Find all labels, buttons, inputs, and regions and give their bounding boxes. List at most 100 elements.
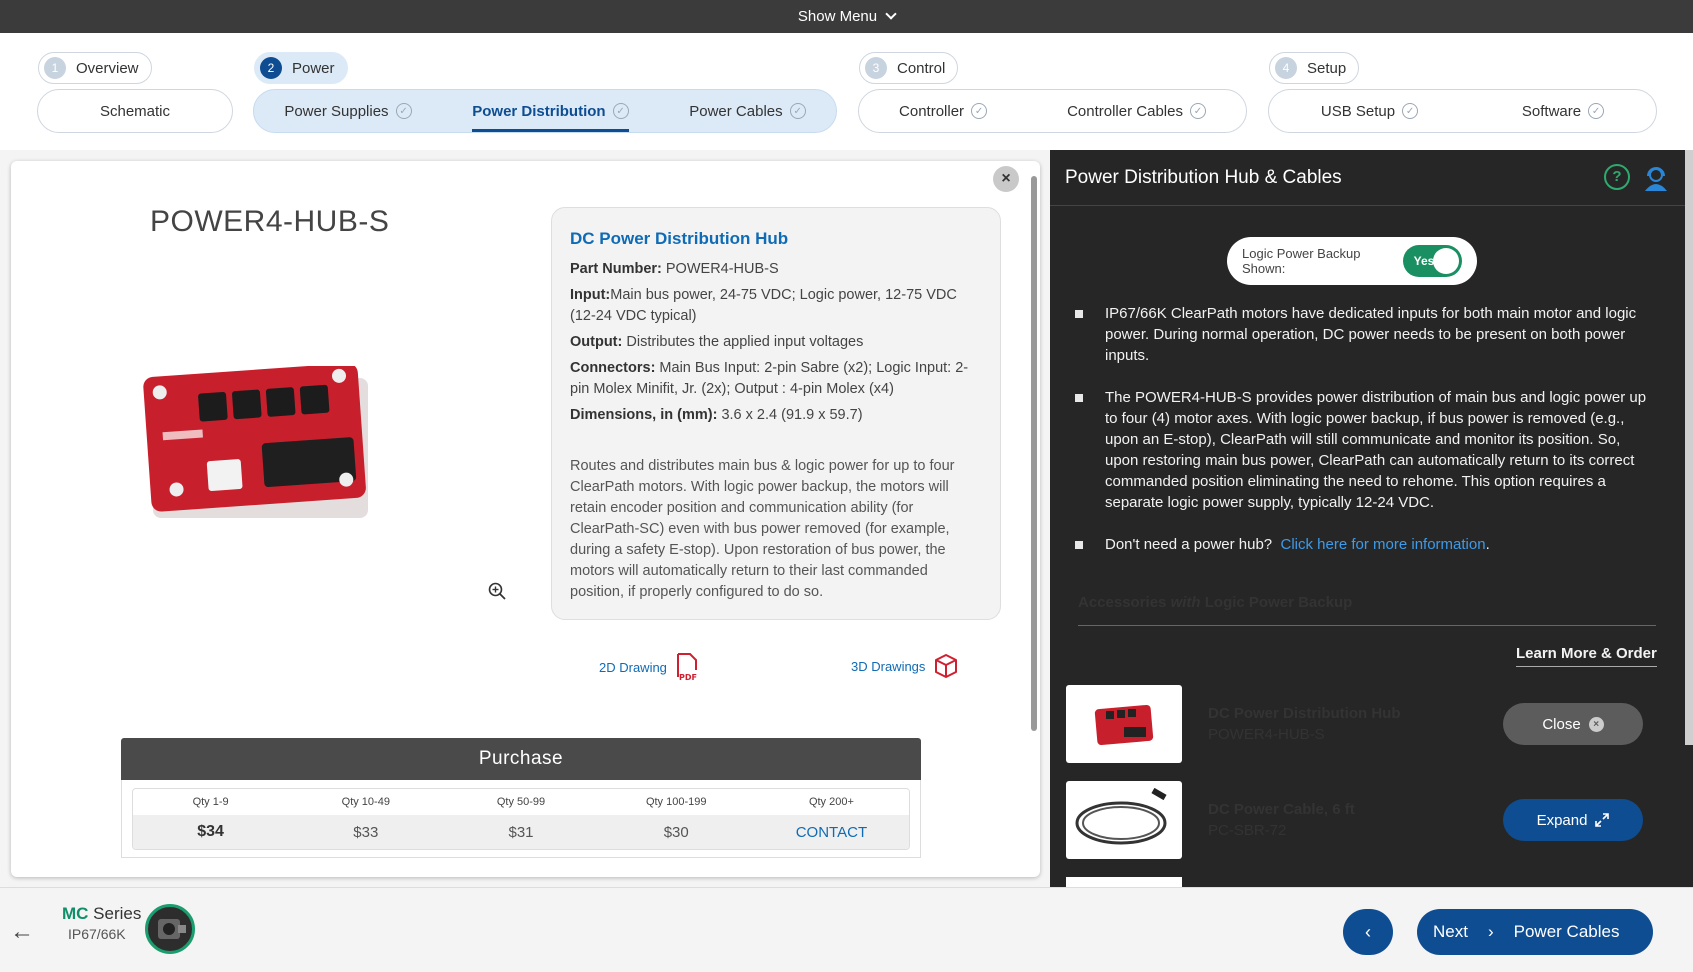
bullet-prefix: Don't need a power hub? [1105, 536, 1273, 553]
expand-icon [1595, 813, 1610, 827]
step-power[interactable]: 2 Power [254, 52, 348, 84]
step-number: 4 [1275, 57, 1297, 79]
chevron-left-icon: ‹ [1365, 921, 1371, 942]
hub-thumbnail-image [1094, 704, 1154, 746]
accessory-thumbnail [1066, 877, 1182, 887]
check-circle-icon: ✓ [1588, 103, 1605, 119]
svg-text:PDF: PDF [679, 673, 697, 681]
step-number: 3 [865, 57, 887, 79]
button-label: Close [1542, 715, 1581, 733]
series-label: MC Series IP67/66K [62, 904, 141, 942]
tab-controller[interactable]: Controller ✓ [899, 90, 988, 132]
zoom-in-icon[interactable] [488, 582, 506, 600]
accessories-heading: Accessories with Logic Power Backup [1078, 594, 1656, 626]
spec-label: Input: [570, 287, 611, 303]
accessory-part: PC-SBR-72 [1208, 822, 1287, 839]
help-icon[interactable]: ? [1604, 163, 1630, 190]
tab-label: Schematic [99, 102, 171, 120]
next-button[interactable]: Next › Power Cables [1417, 909, 1653, 955]
dimensions-spec: Dimensions, in (mm): 3.6 x 2.4 (91.9 x 5… [570, 405, 982, 426]
panel-scrollbar[interactable] [1685, 150, 1693, 745]
qty-cell: Qty 50-99 [496, 796, 546, 808]
price-row: $34 $33 $31 $30 CONTACT [133, 815, 909, 849]
expand-accessory-button[interactable]: Expand [1503, 799, 1643, 841]
cable-thumbnail-image [1075, 787, 1167, 845]
qty-cell: Qty 200+ [808, 796, 854, 808]
back-arrow-icon[interactable]: ← [10, 918, 34, 946]
purchase-box: Purchase Qty 1-9 Qty 10-49 Qty 50-99 Qty… [121, 738, 921, 858]
step-navigation: 1 Overview Schematic 2 Power Power Suppl… [0, 33, 1693, 150]
pdf-icon: PDF [676, 653, 697, 681]
step-overview[interactable]: 1 Overview [38, 52, 152, 84]
product-image [143, 366, 368, 518]
tab-label: USB Setup [1320, 102, 1396, 120]
step-setup-pill: USB Setup ✓ Software ✓ [1268, 89, 1657, 133]
tab-power-distribution[interactable]: Power Distribution ✓ [472, 90, 629, 132]
part-number: Part Number: POWER4-HUB-S [570, 259, 982, 280]
price-table: Qty 1-9 Qty 10-49 Qty 50-99 Qty 100-199 … [132, 788, 910, 850]
drawing-2d-link[interactable]: 2D Drawing PDF [599, 653, 699, 681]
bullet-text: Don't need a power hub? Click here for m… [1105, 534, 1490, 555]
close-icon: × [1001, 170, 1011, 187]
step-number: 2 [260, 57, 282, 79]
connectors-spec: Connectors: Main Bus Input: 2-pin Sabre … [570, 358, 982, 400]
step-label: Setup [1307, 59, 1347, 77]
close-icon: × [1588, 716, 1604, 732]
tab-label: Power Cables [689, 102, 783, 120]
list-item: DC Power Distribution Hub POWER4-HUB-S C… [1066, 685, 1646, 763]
logic-backup-toggle-group: Logic Power Backup Shown: Yes [1227, 237, 1477, 285]
step-setup[interactable]: 4 Setup [1269, 52, 1360, 84]
more-info-link[interactable]: Click here for more information [1281, 536, 1486, 553]
series-brand: MC [62, 904, 89, 923]
bottom-bar: ← MC Series IP67/66K ‹ Next › Power Cabl… [0, 887, 1693, 972]
close-accessory-button[interactable]: Close × [1503, 703, 1643, 745]
list-item [1066, 877, 1646, 887]
chevron-right-icon: › [1487, 922, 1494, 941]
bullet-text: IP67/66K ClearPath motors have dedicated… [1105, 305, 1637, 364]
qty-cell: Qty 1-9 [192, 796, 229, 808]
contact-link[interactable]: CONTACT [754, 815, 909, 849]
accessory-name: DC Power Distribution Hub [1208, 705, 1401, 722]
list-item: IP67/66K ClearPath motors have dedicated… [1075, 303, 1655, 366]
step-label: Power [292, 59, 335, 77]
check-circle-icon: ✓ [612, 103, 629, 119]
learn-more-link[interactable]: Learn More & Order [1516, 645, 1657, 667]
spec-value: POWER4-HUB-S [661, 261, 779, 277]
acc-prefix: Accessories [1078, 594, 1171, 611]
drawing-3d-link[interactable]: 3D Drawings [851, 653, 959, 679]
qty-cell: Qty 10-49 [341, 796, 390, 808]
price-cell: $30 [663, 823, 689, 841]
check-circle-icon: ✓ [395, 103, 412, 119]
qty-cell: Qty 100-199 [645, 796, 707, 808]
step-overview-pill: Schematic [37, 89, 233, 133]
series-rating: IP67/66K [68, 926, 126, 942]
accessory-part: POWER4-HUB-S [1208, 726, 1325, 743]
show-menu-button[interactable]: Show Menu [0, 0, 1693, 33]
tab-schematic[interactable]: Schematic [100, 90, 170, 132]
series-name: Series [88, 904, 142, 923]
purchase-title: Purchase [121, 738, 921, 780]
step-label: Overview [76, 59, 139, 77]
step-control[interactable]: 3 Control [859, 52, 959, 84]
toggle-value: Yes [1413, 254, 1435, 268]
price-cell: $31 [508, 823, 534, 841]
tab-usb-setup[interactable]: USB Setup ✓ [1320, 90, 1419, 132]
motor-thumbnail [145, 904, 195, 954]
tab-power-supplies[interactable]: Power Supplies ✓ [284, 90, 412, 132]
cube-icon [935, 654, 958, 678]
tab-controller-cables[interactable]: Controller Cables ✓ [1067, 90, 1206, 132]
show-menu-label: Show Menu [797, 8, 878, 25]
tab-software[interactable]: Software ✓ [1522, 90, 1605, 132]
close-card-button[interactable]: × [993, 166, 1019, 192]
next-label: Next [1433, 922, 1468, 941]
support-agent-icon[interactable] [1642, 164, 1670, 192]
tab-power-cables[interactable]: Power Cables ✓ [689, 90, 806, 132]
logic-backup-toggle[interactable]: Yes [1402, 245, 1462, 277]
list-item: Don't need a power hub? Click here for m… [1075, 534, 1655, 555]
card-scrollbar[interactable] [1031, 176, 1037, 731]
toggle-label: Logic Power Backup Shown: [1242, 246, 1361, 276]
previous-button[interactable]: ‹ [1343, 909, 1393, 955]
input-spec: Input:Main bus power, 24-75 VDC; Logic p… [570, 285, 982, 327]
next-target: Power Cables [1513, 922, 1620, 941]
accessory-name: DC Power Cable, 6 ft [1208, 801, 1355, 818]
